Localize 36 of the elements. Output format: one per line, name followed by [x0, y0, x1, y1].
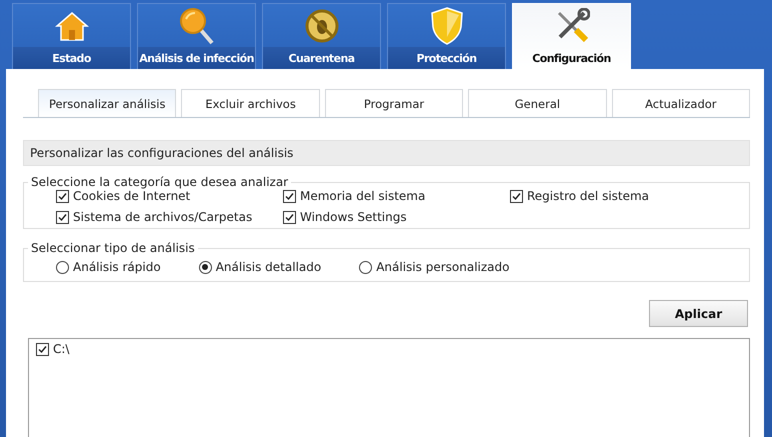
- settings-tab[interactable]: General: [468, 89, 607, 117]
- settings-tab[interactable]: Personalizar análisis: [38, 89, 176, 117]
- main-tab[interactable]: Estado: [12, 3, 131, 69]
- settings-tab[interactable]: Actualizador: [612, 89, 750, 117]
- radio-label: Análisis personalizado: [376, 260, 510, 274]
- radio-label: Análisis detallado: [216, 260, 322, 274]
- house-icon: [54, 10, 88, 40]
- settings-tab[interactable]: Excluir archivos: [181, 89, 320, 117]
- checkbox[interactable]: [56, 210, 69, 224]
- radio-label: Análisis rápido: [73, 260, 161, 274]
- drive-checkbox[interactable]: [36, 342, 49, 356]
- radio-button[interactable]: [56, 260, 69, 274]
- forbidden-bug-icon: [304, 8, 338, 42]
- checkbox-label: Sistema de archivos/Carpetas: [73, 210, 252, 224]
- radio-button[interactable]: [359, 260, 372, 274]
- checkbox[interactable]: [56, 190, 69, 202]
- settings-tab[interactable]: Programar: [324, 89, 464, 117]
- checkbox-label: Memoria del sistema: [300, 189, 426, 203]
- main-tab[interactable]: Análisis de infección: [137, 3, 256, 69]
- main-tab[interactable]: Cuarentena: [262, 3, 381, 69]
- section-header: Personalizar las configuraciones del análisis: [23, 140, 750, 166]
- checkbox[interactable]: [510, 190, 523, 202]
- radio-button[interactable]: [198, 260, 212, 274]
- main-tab[interactable]: Protección: [387, 3, 506, 69]
- checkbox-label: Registro del sistema: [527, 189, 650, 203]
- main-tab[interactable]: Configuración: [512, 3, 631, 69]
- group-legend: Seleccione la categoría que desea analizar: [28, 175, 292, 189]
- checkbox-label: Windows Settings: [300, 210, 407, 224]
- checkbox-label: Cookies de Internet: [73, 189, 190, 203]
- drive-label: C:\: [53, 342, 70, 356]
- magnifier-icon: [178, 6, 214, 44]
- apply-button[interactable]: Aplicar: [649, 300, 748, 327]
- checkbox[interactable]: [283, 210, 296, 224]
- group-legend: Seleccionar tipo de análisis: [28, 241, 198, 255]
- shield-icon: [430, 6, 462, 44]
- checkbox[interactable]: [283, 190, 296, 202]
